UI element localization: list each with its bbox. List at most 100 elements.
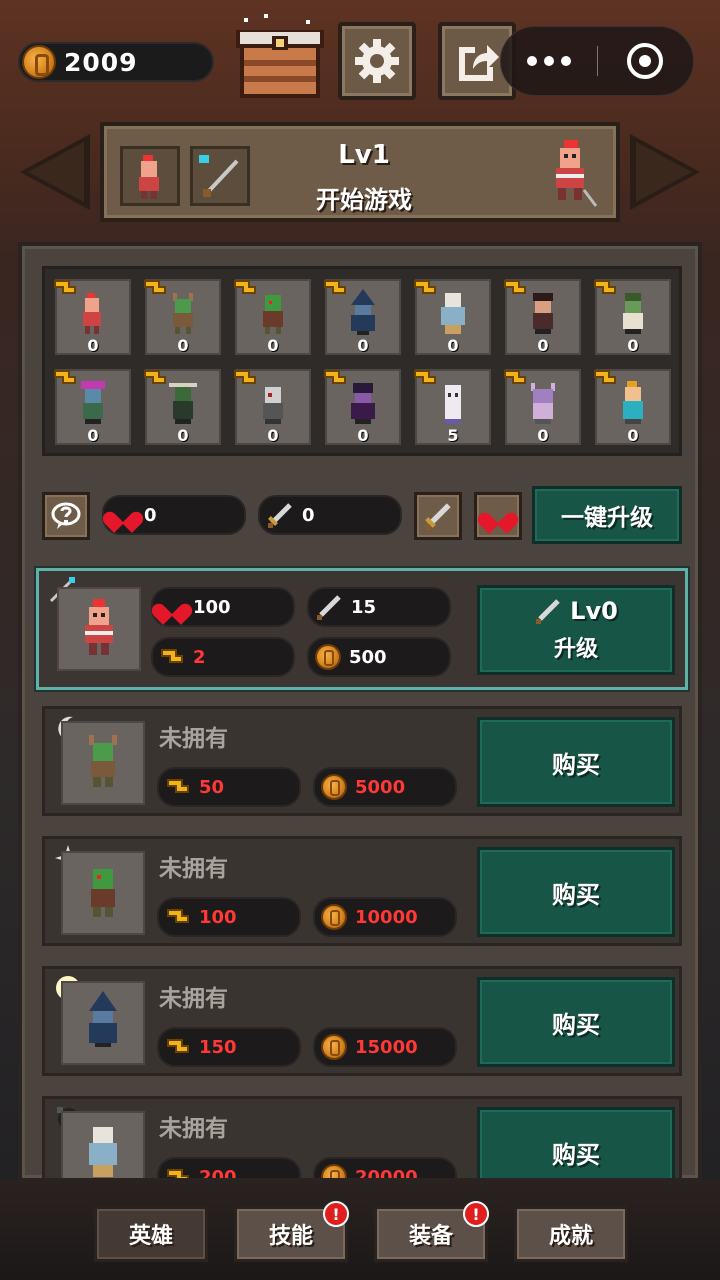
shard-icon (167, 1039, 189, 1053)
tab-heroes-label: 英雄 (128, 1224, 173, 1249)
hero-card[interactable]: 未拥有 200 20000 购买 (42, 1096, 682, 1178)
chest-icon[interactable] (234, 14, 326, 100)
roster-cell[interactable]: 0 (594, 279, 671, 355)
hero-cost-value: 10000 (355, 906, 418, 928)
tab-skills-label: 技能 (268, 1224, 313, 1249)
hero-card[interactable]: 未拥有 50 5000 购买 (42, 706, 682, 816)
roster-cell[interactable]: 0 (234, 369, 311, 445)
coin-icon (321, 904, 347, 930)
more-icon[interactable] (501, 56, 597, 66)
roster-count: 5 (447, 426, 459, 445)
target-icon (627, 43, 664, 79)
buy-button[interactable]: 购买 (477, 847, 675, 937)
mage-icon (89, 991, 117, 1047)
coin-value: 2009 (64, 47, 138, 77)
roster-count: 0 (447, 336, 459, 355)
tab-heroes[interactable]: 英雄 (94, 1206, 208, 1262)
hero-card-selected[interactable]: 100 15 2 500 Lv0 升级 (36, 568, 688, 690)
hero-roster-grid: 0 0 0 0 0 0 0 0 0 0 0 5 0 0 (42, 266, 682, 456)
hero-preview-icon (556, 140, 598, 207)
help-icon (51, 502, 81, 529)
gear-icon (355, 39, 399, 83)
hp-boost-button[interactable] (474, 492, 522, 540)
total-hp-pill: 0 (102, 495, 246, 535)
total-atk-value: 0 (302, 504, 315, 526)
roster-count: 0 (537, 426, 549, 445)
hero-cost-value: 5000 (355, 776, 406, 798)
hero-atk-value: 15 (351, 596, 377, 618)
hero-cost-pill: 500 (307, 637, 451, 677)
tab-achievements[interactable]: 成就 (514, 1206, 628, 1262)
hero-level-label: Lv0 (570, 597, 618, 625)
roster-count: 0 (627, 426, 639, 445)
roster-cell[interactable]: 0 (504, 279, 581, 355)
hero-upgrade-button[interactable]: Lv0 升级 (477, 585, 675, 675)
hero-shard-pill: 150 (157, 1027, 301, 1067)
close-target-button[interactable] (598, 43, 694, 79)
roster-count: 0 (627, 336, 639, 355)
roster-cell[interactable]: 5 (414, 369, 491, 445)
tab-equipment[interactable]: 装备 ! (374, 1201, 489, 1262)
roster-count: 0 (267, 336, 279, 355)
alert-badge: ! (463, 1201, 489, 1227)
heart-icon (485, 504, 511, 528)
help-button[interactable] (42, 492, 90, 540)
roster-cell[interactable]: 0 (54, 369, 131, 445)
hero-shard-value: 150 (199, 1036, 237, 1058)
roster-count: 0 (357, 426, 369, 445)
goblin-icon (91, 869, 115, 917)
sword-icon (317, 595, 341, 620)
coin-icon (22, 45, 56, 79)
coin-icon (321, 774, 347, 800)
hero-cost-pill: 10000 (313, 897, 457, 937)
right-arrow-icon (636, 142, 692, 202)
buy-button[interactable]: 购买 (477, 1107, 675, 1178)
coin-counter: 2009 (18, 42, 214, 82)
hero-shard-pill: 200 (157, 1157, 301, 1178)
roster-cell[interactable]: 0 (324, 279, 401, 355)
hero-card[interactable]: 未拥有 100 10000 购买 (42, 836, 682, 946)
upgrade-all-button[interactable]: 一键升级 (532, 486, 682, 544)
stats-row: 0 0 一键升级 (42, 486, 682, 544)
roster-cell[interactable]: 0 (324, 369, 401, 445)
roster-cell[interactable]: 0 (54, 279, 131, 355)
hero-portrait (61, 981, 145, 1065)
buy-button[interactable]: 购买 (477, 717, 675, 807)
attack-boost-button[interactable] (414, 492, 462, 540)
buy-button[interactable]: 购买 (477, 977, 675, 1067)
coin-icon (321, 1034, 347, 1060)
tab-skills[interactable]: 技能 ! (234, 1201, 349, 1262)
sword-icon (425, 503, 451, 530)
shard-icon (167, 909, 189, 923)
left-arrow-icon (28, 142, 84, 202)
roster-cell[interactable]: 0 (594, 369, 671, 445)
hero-shard-pill: 50 (157, 767, 301, 807)
settings-button[interactable] (338, 22, 416, 100)
hero-status: 未拥有 (159, 856, 228, 882)
roster-count: 0 (357, 336, 369, 355)
alert-badge: ! (323, 1201, 349, 1227)
shard-icon (161, 649, 183, 663)
roster-cell[interactable]: 0 (504, 369, 581, 445)
tab-achievements-label: 成就 (548, 1224, 593, 1249)
coin-icon (315, 644, 341, 670)
hero-status: 未拥有 (159, 726, 228, 752)
roster-count: 0 (537, 336, 549, 355)
roster-cell[interactable]: 0 (144, 369, 221, 445)
hero-portrait (61, 851, 145, 935)
hero-portrait (61, 721, 145, 805)
roster-cell[interactable]: 0 (234, 279, 311, 355)
hero-shard-pill: 100 (157, 897, 301, 937)
hero-atk-pill: 15 (307, 587, 451, 627)
warrior-icon (85, 599, 113, 655)
level-banner[interactable]: Lv1 开始游戏 (100, 122, 620, 222)
hero-portrait (61, 1111, 145, 1178)
hero-status: 未拥有 (159, 986, 228, 1012)
total-atk-pill: 0 (258, 495, 402, 535)
roster-cell[interactable]: 0 (414, 279, 491, 355)
roster-count: 0 (267, 426, 279, 445)
hero-cost-value: 15000 (355, 1036, 418, 1058)
hero-card[interactable]: 未拥有 150 15000 购买 (42, 966, 682, 1076)
roster-count: 0 (177, 336, 189, 355)
roster-cell[interactable]: 0 (144, 279, 221, 355)
